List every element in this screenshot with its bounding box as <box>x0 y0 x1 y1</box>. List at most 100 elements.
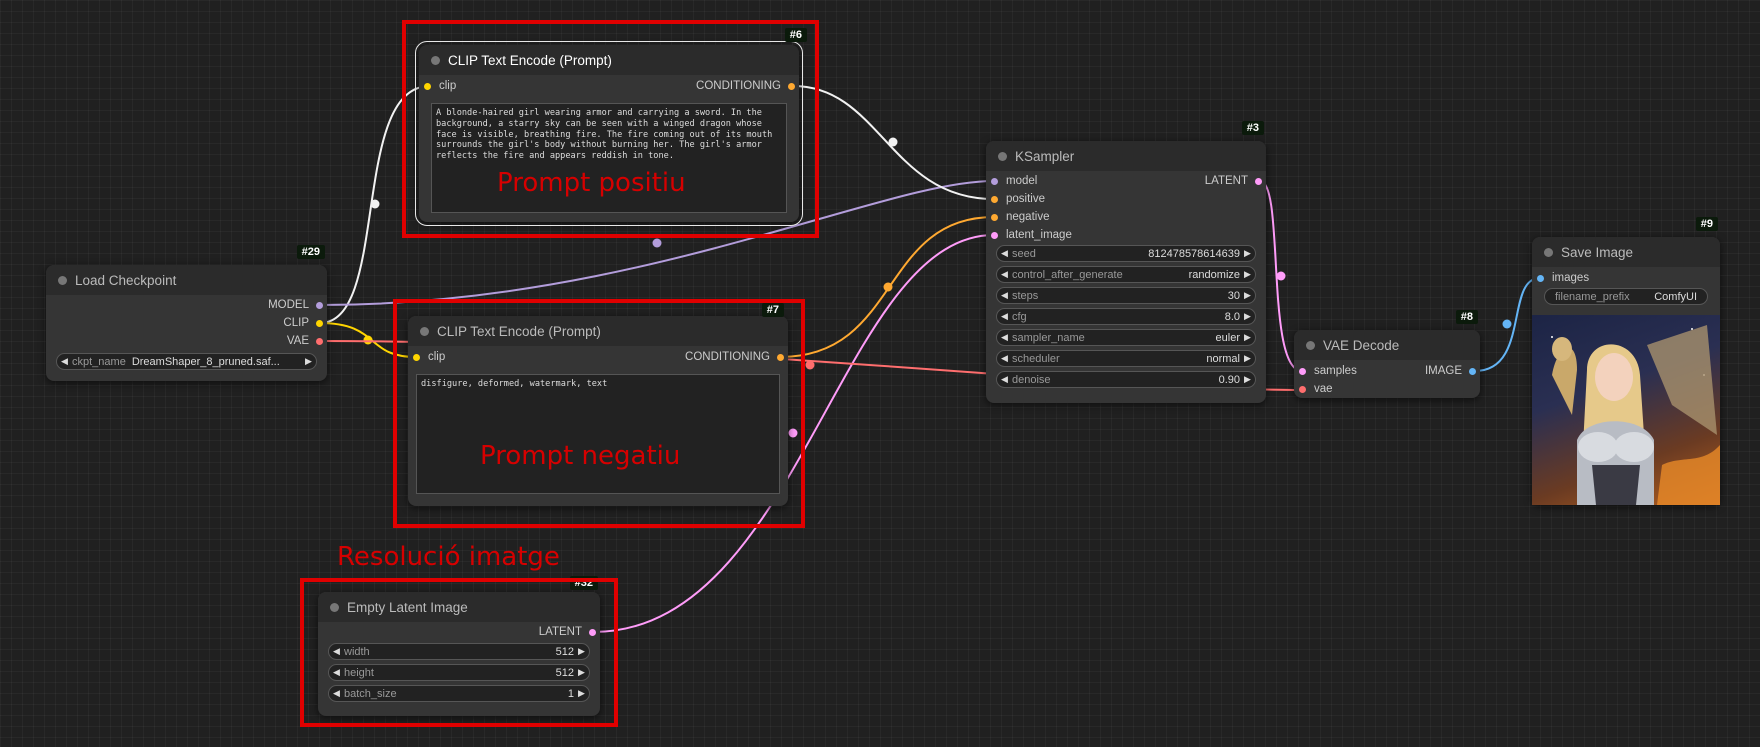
widget-label: sampler_name <box>1012 331 1085 344</box>
node-empty-latent-image[interactable]: Empty Latent Image #32 LATENT ◀ width 512 ▶… <box>318 576 600 716</box>
node-ksampler[interactable]: KSampler #3 model positive negative late… <box>986 121 1266 403</box>
control-after-generate-widget[interactable]: ◀ control_after_generate randomize ▶ <box>996 266 1256 283</box>
slot-dot-icon[interactable] <box>1469 367 1476 375</box>
left-arrow-icon[interactable]: ◀ <box>57 356 72 367</box>
left-arrow-icon[interactable]: ◀ <box>997 269 1012 280</box>
slot-label: vae <box>1314 383 1333 395</box>
collapse-dot-icon[interactable] <box>330 602 339 612</box>
node-header[interactable]: CLIP Text Encode (Prompt) #6 <box>419 28 807 75</box>
left-arrow-icon[interactable]: ◀ <box>997 332 1012 343</box>
slot-dot-icon[interactable] <box>316 319 323 327</box>
slot-dot-icon[interactable] <box>1537 274 1544 282</box>
input-slot-model[interactable]: model <box>986 173 1037 189</box>
wire-latent-midpoint <box>788 428 798 438</box>
input-slot-clip[interactable]: clip <box>419 78 456 94</box>
left-arrow-icon[interactable]: ◀ <box>997 290 1012 301</box>
collapse-dot-icon[interactable] <box>1544 247 1553 257</box>
slot-dot-icon[interactable] <box>316 337 323 345</box>
slot-label: CLIP <box>283 317 309 329</box>
batch-size-widget[interactable]: ◀ batch_size 1 ▶ <box>328 685 590 702</box>
slot-dot-icon[interactable] <box>991 195 998 203</box>
height-widget[interactable]: ◀ height 512 ▶ <box>328 664 590 681</box>
right-arrow-icon[interactable]: ▶ <box>1240 311 1255 322</box>
filename-prefix-field[interactable]: filename_prefix ComfyUI <box>1544 288 1708 305</box>
collapse-dot-icon[interactable] <box>431 55 440 65</box>
output-slot-latent[interactable]: LATENT <box>1205 173 1266 189</box>
slot-dot-icon[interactable] <box>991 177 998 185</box>
node-header[interactable]: VAE Decode #8 <box>1294 310 1480 360</box>
right-arrow-icon[interactable]: ▶ <box>1240 269 1255 280</box>
input-slot-positive[interactable]: positive <box>986 191 1045 207</box>
left-arrow-icon[interactable]: ◀ <box>997 374 1012 385</box>
input-slot-samples[interactable]: samples <box>1294 363 1357 379</box>
collapse-dot-icon[interactable] <box>998 151 1007 161</box>
right-arrow-icon[interactable]: ▶ <box>301 356 316 367</box>
ckpt-name-combo[interactable]: ◀ ckpt_name DreamShaper_8_pruned.saf... … <box>56 353 317 370</box>
slot-dot-icon[interactable] <box>991 213 998 221</box>
output-slot-conditioning[interactable]: CONDITIONING <box>696 78 799 94</box>
wire-clip-negative-midpoint <box>363 335 373 345</box>
right-arrow-icon[interactable]: ▶ <box>1240 248 1255 259</box>
sampler-name-widget[interactable]: ◀ sampler_name euler ▶ <box>996 329 1256 346</box>
node-clip-text-encode-negative[interactable]: CLIP Text Encode (Prompt) #7 clip CONDIT… <box>408 303 788 506</box>
node-header[interactable]: Empty Latent Image #32 <box>318 576 600 622</box>
left-arrow-icon[interactable]: ◀ <box>997 311 1012 322</box>
slot-dot-icon[interactable] <box>1299 367 1306 375</box>
slot-dot-icon[interactable] <box>991 231 998 239</box>
output-slot-latent[interactable]: LATENT <box>539 624 600 640</box>
collapse-dot-icon[interactable] <box>1306 340 1315 350</box>
input-slot-vae[interactable]: vae <box>1294 381 1333 397</box>
left-arrow-icon[interactable]: ◀ <box>997 248 1012 259</box>
node-save-image[interactable]: Save Image #9 images filename_prefix Com… <box>1532 217 1720 505</box>
output-slot-image[interactable]: IMAGE <box>1425 363 1480 379</box>
input-slot-negative[interactable]: negative <box>986 209 1049 225</box>
input-slot-latent-image[interactable]: latent_image <box>986 227 1072 243</box>
seed-widget[interactable]: ◀ seed 812478578614639 ▶ <box>996 245 1256 262</box>
widget-label: steps <box>1012 289 1039 302</box>
output-slot-clip[interactable]: CLIP <box>283 315 327 331</box>
slot-dot-icon[interactable] <box>316 301 323 309</box>
left-arrow-icon[interactable]: ◀ <box>329 646 344 657</box>
right-arrow-icon[interactable]: ▶ <box>1240 374 1255 385</box>
right-arrow-icon[interactable]: ▶ <box>574 646 589 657</box>
prompt-text-area[interactable]: disfigure, deformed, watermark, text <box>416 374 780 494</box>
output-slot-model[interactable]: MODEL <box>268 297 327 313</box>
left-arrow-icon[interactable]: ◀ <box>329 688 344 699</box>
widget-value: 8.0 <box>1224 310 1240 323</box>
slot-dot-icon[interactable] <box>1255 177 1262 185</box>
steps-widget[interactable]: ◀ steps 30 ▶ <box>996 287 1256 304</box>
input-slot-images[interactable]: images <box>1532 270 1589 286</box>
cfg-widget[interactable]: ◀ cfg 8.0 ▶ <box>996 308 1256 325</box>
right-arrow-icon[interactable]: ▶ <box>574 667 589 678</box>
collapse-dot-icon[interactable] <box>58 275 67 285</box>
annotation-label-negative: Prompt negatiu <box>480 441 681 471</box>
left-arrow-icon[interactable]: ◀ <box>329 667 344 678</box>
slot-dot-icon[interactable] <box>589 628 596 636</box>
denoise-widget[interactable]: ◀ denoise 0.90 ▶ <box>996 371 1256 388</box>
widget-label: width <box>344 645 370 658</box>
output-slot-vae[interactable]: VAE <box>287 333 327 349</box>
right-arrow-icon[interactable]: ▶ <box>1240 353 1255 364</box>
node-header[interactable]: Load Checkpoint #29 <box>46 245 327 295</box>
slot-dot-icon[interactable] <box>1299 385 1306 393</box>
node-vae-decode[interactable]: VAE Decode #8 samples vae IMAGE <box>1294 310 1480 398</box>
right-arrow-icon[interactable]: ▶ <box>1240 290 1255 301</box>
slot-dot-icon[interactable] <box>788 82 795 90</box>
node-header[interactable]: KSampler #3 <box>986 121 1266 171</box>
right-arrow-icon[interactable]: ▶ <box>574 688 589 699</box>
wire-clip-positive-midpoint <box>370 199 380 209</box>
generated-image-preview[interactable] <box>1532 315 1720 505</box>
scheduler-widget[interactable]: ◀ scheduler normal ▶ <box>996 350 1256 367</box>
output-slot-conditioning[interactable]: CONDITIONING <box>685 349 788 365</box>
slot-dot-icon[interactable] <box>413 353 420 361</box>
input-slot-clip[interactable]: clip <box>408 349 445 365</box>
left-arrow-icon[interactable]: ◀ <box>997 353 1012 364</box>
width-widget[interactable]: ◀ width 512 ▶ <box>328 643 590 660</box>
slot-dot-icon[interactable] <box>777 353 784 361</box>
right-arrow-icon[interactable]: ▶ <box>1240 332 1255 343</box>
slot-dot-icon[interactable] <box>424 82 431 90</box>
node-header[interactable]: CLIP Text Encode (Prompt) #7 <box>408 303 788 346</box>
node-load-checkpoint[interactable]: Load Checkpoint #29 MODEL CLIP VAE ◀ ckp… <box>46 245 327 381</box>
collapse-dot-icon[interactable] <box>420 326 429 336</box>
node-header[interactable]: Save Image #9 <box>1532 217 1720 267</box>
